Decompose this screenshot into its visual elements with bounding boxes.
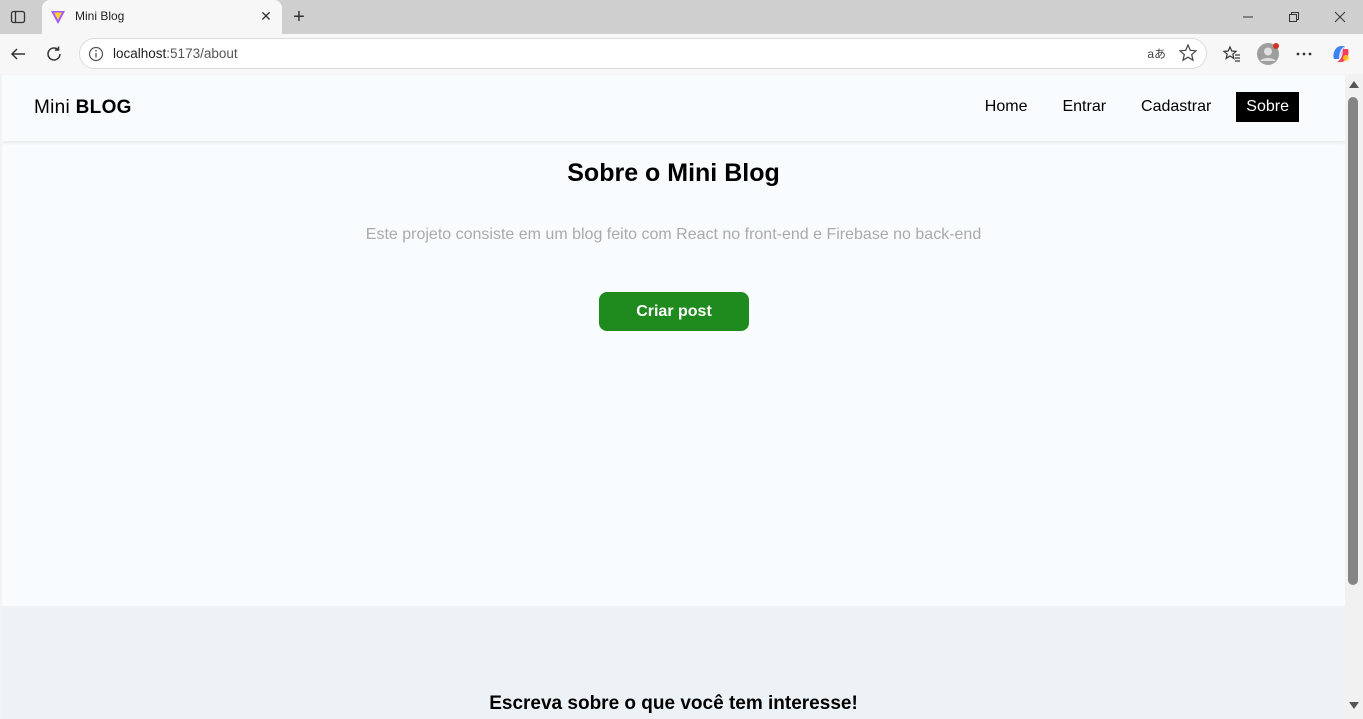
page-viewport: Mini BLOG Home Entrar Cadastrar Sobre So… (2, 75, 1345, 719)
read-aloud-icon[interactable]: aあ (1147, 45, 1166, 62)
url-host: localhost (113, 46, 167, 61)
nav-link-sobre[interactable]: Sobre (1236, 92, 1299, 122)
brand-bold-text: BLOG (75, 97, 132, 118)
tab-title: Mini Blog (75, 9, 125, 23)
nav-links: Home Entrar Cadastrar Sobre (960, 92, 1299, 122)
nav-link-cadastrar[interactable]: Cadastrar (1131, 92, 1221, 122)
more-options-icon[interactable] (1292, 42, 1316, 66)
scroll-down-arrow-icon[interactable] (1349, 702, 1359, 709)
close-tab-icon[interactable]: ✕ (258, 8, 274, 24)
page-scrollbar[interactable] (1345, 75, 1363, 719)
site-footer: Escreva sobre o que você tem interesse! (2, 606, 1345, 719)
tab-actions-icon[interactable] (8, 7, 28, 27)
new-tab-icon[interactable]: + (288, 6, 310, 28)
browser-tab[interactable]: Mini Blog ✕ (42, 0, 282, 34)
site-navbar: Mini BLOG Home Entrar Cadastrar Sobre (2, 75, 1345, 141)
back-arrow-icon[interactable] (6, 42, 30, 66)
close-window-icon[interactable] (1317, 0, 1363, 34)
restore-icon[interactable] (1271, 0, 1317, 34)
url-text[interactable]: localhost:5173/about (113, 46, 238, 61)
nav-link-entrar[interactable]: Entrar (1052, 92, 1116, 122)
url-path: :5173/about (166, 46, 238, 61)
copilot-icon[interactable] (1329, 42, 1353, 66)
browser-toolbar: localhost:5173/about aあ (0, 34, 1363, 74)
footer-heading: Escreva sobre o que você tem interesse! (489, 693, 858, 714)
brand-light-text: Mini (34, 97, 71, 118)
site-info-icon[interactable] (88, 46, 104, 62)
site-brand-logo[interactable]: Mini BLOG (34, 97, 132, 119)
profile-avatar-icon[interactable] (1256, 42, 1280, 66)
refresh-icon[interactable] (42, 42, 66, 66)
address-bar[interactable]: localhost:5173/about aあ (79, 38, 1207, 69)
create-post-button[interactable]: Criar post (599, 292, 749, 331)
minimize-icon[interactable] (1225, 0, 1271, 34)
favorites-icon[interactable] (1220, 42, 1244, 66)
nav-link-home[interactable]: Home (975, 92, 1038, 122)
scroll-up-arrow-icon[interactable] (1349, 81, 1359, 88)
vite-favicon-icon (50, 9, 66, 25)
scrollbar-thumb[interactable] (1348, 97, 1358, 585)
page-title: Sobre o Mini Blog (567, 159, 780, 187)
tab-strip: Mini Blog ✕ + (0, 0, 1363, 34)
page-description: Este projeto consiste em um blog feito c… (365, 226, 982, 243)
favorite-star-icon[interactable] (1178, 43, 1198, 63)
